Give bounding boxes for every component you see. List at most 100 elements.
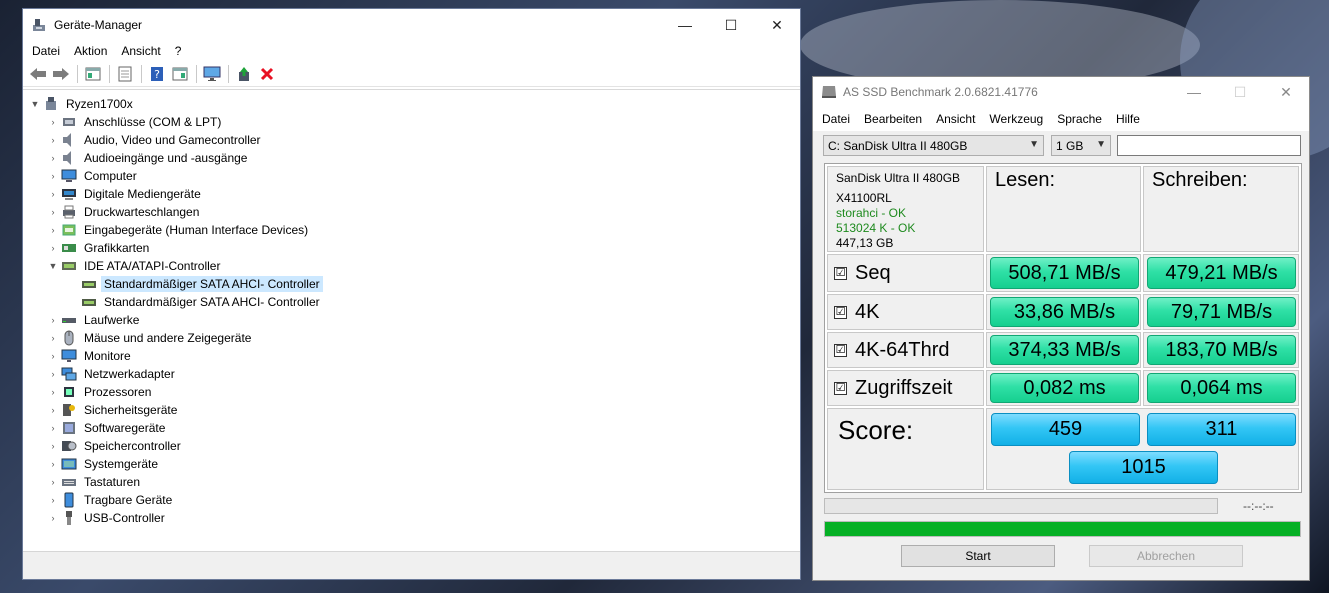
back-button[interactable] bbox=[27, 63, 49, 85]
result-write-value: 79,71 MB/s bbox=[1147, 297, 1296, 327]
test-checkbox[interactable]: ☑ bbox=[834, 381, 847, 395]
expand-chevron-icon[interactable]: › bbox=[47, 167, 59, 185]
expand-chevron-icon[interactable]: › bbox=[47, 311, 59, 329]
tree-category-label: Netzwerkadapter bbox=[84, 367, 175, 381]
result-read-value: 33,86 MB/s bbox=[990, 297, 1139, 327]
tree-device[interactable]: Standardmäßiger SATA AHCI- Controller bbox=[23, 293, 800, 311]
expand-chevron-icon[interactable]: › bbox=[47, 131, 59, 149]
tree-category[interactable]: › Netzwerkadapter bbox=[23, 365, 800, 383]
collapse-chevron-icon[interactable]: ▼ bbox=[29, 95, 41, 113]
devmgr-menu-help[interactable]: ? bbox=[168, 44, 189, 58]
expand-chevron-icon[interactable]: › bbox=[47, 149, 59, 167]
printer-icon bbox=[63, 205, 75, 219]
asssd-menu-datei[interactable]: Datei bbox=[815, 112, 857, 126]
tree-category[interactable]: › Systemgeräte bbox=[23, 455, 800, 473]
tree-category[interactable]: › Digitale Mediengeräte bbox=[23, 185, 800, 203]
details-button[interactable] bbox=[114, 63, 136, 85]
asssd-menu-bearbeiten[interactable]: Bearbeiten bbox=[857, 112, 929, 126]
expand-chevron-icon[interactable]: › bbox=[47, 347, 59, 365]
test-checkbox[interactable]: ☑ bbox=[834, 305, 847, 319]
devmgr-minimize-button[interactable]: — bbox=[662, 9, 708, 41]
tree-category-label: Audioeingänge und -ausgänge bbox=[84, 151, 248, 165]
update-driver-icon bbox=[239, 66, 249, 81]
properties-button[interactable] bbox=[82, 63, 104, 85]
expand-chevron-icon[interactable]: › bbox=[47, 491, 59, 509]
devmgr-titlebar[interactable]: Geräte-Manager — ☐ ✕ bbox=[23, 9, 800, 41]
devmgr-menu-ansicht[interactable]: Ansicht bbox=[114, 44, 167, 58]
tree-category[interactable]: › Laufwerke bbox=[23, 311, 800, 329]
asssd-close-button[interactable]: ✕ bbox=[1263, 77, 1309, 107]
drive-select[interactable]: C: SanDisk Ultra II 480GB ▼ bbox=[823, 135, 1044, 156]
tree-root[interactable]: ▼ Ryzen1700x bbox=[23, 95, 800, 113]
expand-chevron-icon[interactable]: › bbox=[47, 239, 59, 257]
asssd-menu-werkzeug[interactable]: Werkzeug bbox=[982, 112, 1050, 126]
view-icon bbox=[172, 67, 188, 80]
forward-button[interactable] bbox=[50, 63, 72, 85]
tree-category[interactable]: › Tragbare Geräte bbox=[23, 491, 800, 509]
expand-chevron-icon[interactable]: › bbox=[47, 221, 59, 239]
expand-chevron-icon[interactable]: › bbox=[47, 329, 59, 347]
size-select[interactable]: 1 GB ▼ bbox=[1051, 135, 1111, 156]
tree-category[interactable]: › Grafikkarten bbox=[23, 239, 800, 257]
tree-category[interactable]: › Mäuse und andere Zeigegeräte bbox=[23, 329, 800, 347]
score-label-cell: Score: bbox=[827, 408, 984, 490]
asssd-maximize-button[interactable]: ☐ bbox=[1217, 77, 1263, 107]
scan-hardware-button[interactable] bbox=[201, 63, 223, 85]
test-row-label: ☑ Zugriffszeit bbox=[827, 370, 984, 406]
tree-category[interactable]: › Druckwarteschlangen bbox=[23, 203, 800, 221]
expand-chevron-icon[interactable]: › bbox=[47, 203, 59, 221]
expand-chevron-icon[interactable]: › bbox=[47, 455, 59, 473]
port-icon bbox=[63, 118, 75, 126]
expand-chevron-icon[interactable]: › bbox=[47, 419, 59, 437]
results-grid: SanDisk Ultra II 480GB X41100RL storahci… bbox=[824, 163, 1302, 493]
expand-chevron-icon[interactable]: › bbox=[47, 365, 59, 383]
devmgr-menu-aktion[interactable]: Aktion bbox=[67, 44, 114, 58]
device-tree[interactable]: ▼ Ryzen1700x › Anschlüsse (COM & LPT) › Aud… bbox=[23, 89, 800, 551]
tree-categories: › Anschlüsse (COM & LPT) › Audio, Video und… bbox=[23, 113, 800, 527]
tree-category[interactable]: › Monitore bbox=[23, 347, 800, 365]
view-button[interactable] bbox=[169, 63, 191, 85]
asssd-menu-sprache[interactable]: Sprache bbox=[1050, 112, 1109, 126]
devmgr-menu-datei[interactable]: Datei bbox=[25, 44, 67, 58]
test-checkbox[interactable]: ☑ bbox=[834, 266, 847, 280]
help-button[interactable]: ? bbox=[146, 63, 168, 85]
tree-category[interactable]: › Anschlüsse (COM & LPT) bbox=[23, 113, 800, 131]
devmgr-close-button[interactable]: ✕ bbox=[754, 9, 800, 41]
asssd-minimize-button[interactable]: — bbox=[1171, 77, 1217, 107]
asssd-menu-ansicht[interactable]: Ansicht bbox=[929, 112, 982, 126]
expand-chevron-icon[interactable]: › bbox=[47, 185, 59, 203]
expand-chevron-icon[interactable]: › bbox=[47, 437, 59, 455]
tree-category-label: Grafikkarten bbox=[84, 241, 150, 255]
abort-button[interactable]: Abbrechen bbox=[1089, 545, 1243, 567]
tree-category[interactable]: ▼ IDE ATA/ATAPI-Controller bbox=[23, 257, 800, 275]
start-button[interactable]: Start bbox=[901, 545, 1055, 567]
expand-chevron-icon[interactable]: › bbox=[47, 401, 59, 419]
tree-category[interactable]: › Prozessoren bbox=[23, 383, 800, 401]
test-row-label: ☑ 4K bbox=[827, 294, 984, 330]
expand-chevron-icon[interactable]: › bbox=[47, 473, 59, 491]
asssd-menu-hilfe[interactable]: Hilfe bbox=[1109, 112, 1147, 126]
tree-category[interactable]: › Audioeingänge und -ausgänge bbox=[23, 149, 800, 167]
test-checkbox[interactable]: ☑ bbox=[834, 343, 847, 357]
update-driver-button[interactable] bbox=[233, 63, 255, 85]
tree-category[interactable]: › Eingabegeräte (Human Interface Devices) bbox=[23, 221, 800, 239]
network-adapter-icon bbox=[61, 367, 77, 381]
keyboard-icon bbox=[62, 479, 76, 486]
tree-category[interactable]: › Softwaregeräte bbox=[23, 419, 800, 437]
tree-device[interactable]: Standardmäßiger SATA AHCI- Controller bbox=[23, 275, 800, 293]
tree-category[interactable]: › Computer bbox=[23, 167, 800, 185]
tree-category[interactable]: › Sicherheitsgeräte bbox=[23, 401, 800, 419]
tree-category[interactable]: › Audio, Video und Gamecontroller bbox=[23, 131, 800, 149]
expand-chevron-icon[interactable]: › bbox=[47, 509, 59, 527]
tree-category[interactable]: › Tastaturen bbox=[23, 473, 800, 491]
custom-input[interactable] bbox=[1117, 135, 1301, 156]
devmgr-maximize-button[interactable]: ☐ bbox=[708, 9, 754, 41]
tree-category[interactable]: › USB-Controller bbox=[23, 509, 800, 527]
uninstall-button[interactable] bbox=[256, 63, 278, 85]
result-read-value: 508,71 MB/s bbox=[990, 257, 1139, 289]
asssd-titlebar[interactable]: AS SSD Benchmark 2.0.6821.41776 — ☐ ✕ bbox=[813, 77, 1309, 107]
expand-chevron-icon[interactable]: › bbox=[47, 383, 59, 401]
expand-chevron-icon[interactable]: › bbox=[47, 113, 59, 131]
collapse-chevron-icon[interactable]: ▼ bbox=[47, 257, 59, 275]
tree-category[interactable]: › Speichercontroller bbox=[23, 437, 800, 455]
